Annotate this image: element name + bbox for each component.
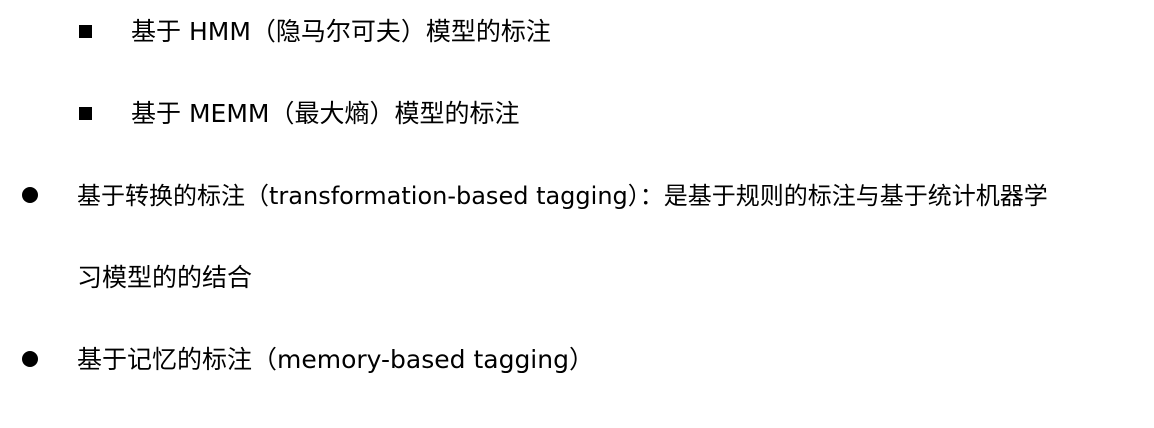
square-bullet-icon	[79, 107, 92, 120]
list-item-hmm: 基于 HMM（隐马尔可夫）模型的标注	[131, 17, 551, 46]
round-bullet-icon	[22, 351, 38, 367]
square-bullet-icon	[79, 25, 92, 38]
list-item-transformation-continuation: 习模型的的结合	[77, 263, 253, 292]
round-bullet-icon	[22, 187, 38, 203]
list-item-transformation: 基于转换的标注（transformation-based tagging）：是基…	[77, 182, 1048, 210]
list-item-memm: 基于 MEMM（最大熵）模型的标注	[131, 99, 520, 128]
list-item-memory: 基于记忆的标注（memory-based tagging）	[77, 345, 594, 374]
